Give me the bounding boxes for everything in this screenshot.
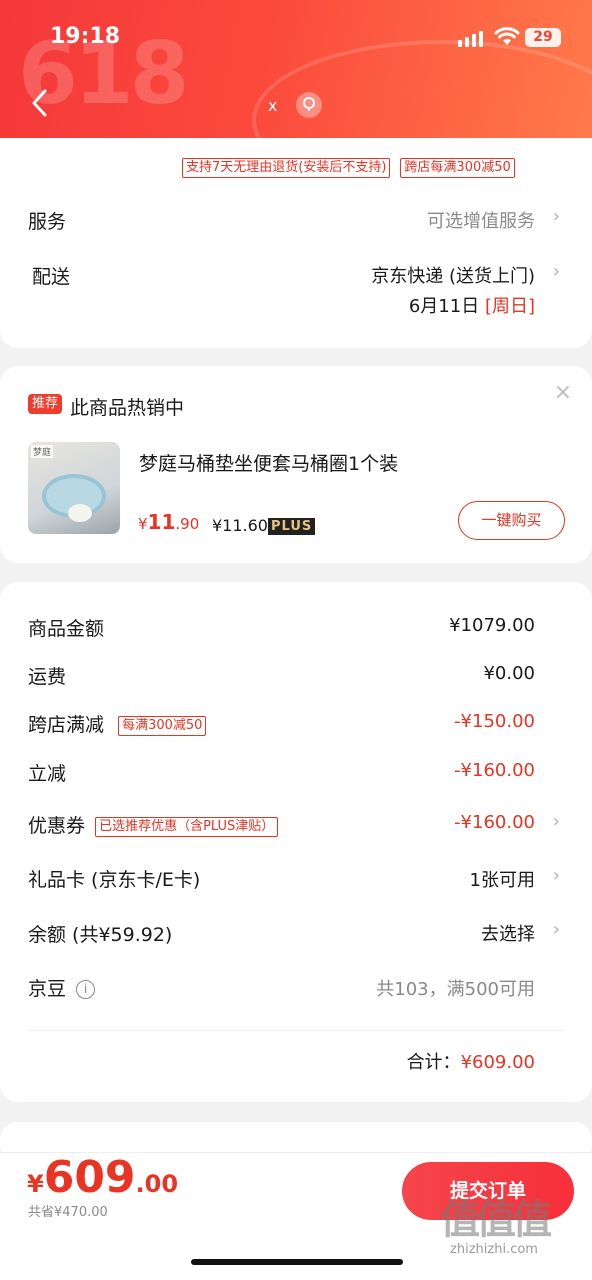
instant-discount-value: -¥160.00 <box>454 760 535 781</box>
goods-amount-label: 商品金额 <box>28 618 105 640</box>
pay-int: 609 <box>43 1152 136 1203</box>
recommend-title: 此商品热销中 <box>70 397 185 419</box>
plus-badge: PLUS <box>267 518 316 535</box>
product-name[interactable]: 梦庭马桶垫坐便套马桶圈1个装 <box>139 449 398 476</box>
jingdou-value: 共103，满500可用 <box>376 979 535 1000</box>
battery-icon: 29 <box>525 28 561 47</box>
service-value[interactable]: 可选增值服务 <box>427 207 535 233</box>
back-arrow-icon[interactable] <box>30 88 50 118</box>
service-label: 服务 <box>28 211 67 233</box>
pay-dec: .00 <box>135 1170 179 1198</box>
close-icon[interactable]: × <box>554 380 572 405</box>
chevron-right-icon[interactable]: › <box>553 811 560 832</box>
watermark-logo: 值值值 <box>440 1197 552 1243</box>
shipping-label: 运费 <box>28 666 67 688</box>
page-header: 618 19:18 29 x <box>0 0 592 138</box>
chevron-right-icon[interactable]: › <box>553 261 560 282</box>
product-price: ¥11.90 <box>138 510 199 534</box>
coupon-label: 优惠券 已选推荐优惠（含PLUS津贴） <box>28 811 279 838</box>
order-total: 合计：¥609.00 <box>407 1048 535 1074</box>
pay-amount: ¥609.00 <box>27 1152 178 1203</box>
coupon-text: 优惠券 <box>28 815 86 837</box>
product-image[interactable]: 梦庭 <box>28 442 120 534</box>
jingdou-label: 京豆 i <box>28 974 96 1001</box>
product-image-label: 梦庭 <box>31 445 54 458</box>
cross-store-discount-tag: 每满300减50 <box>118 716 207 736</box>
goods-amount-value: ¥1079.00 <box>449 615 535 636</box>
info-icon[interactable]: i <box>76 980 96 999</box>
price-currency: ¥ <box>138 515 148 533</box>
cross-store-discount-label: 跨店满减 每满300减50 <box>28 710 207 737</box>
duck-graphic <box>68 504 92 522</box>
saved-amount: 共省¥470.00 <box>28 1205 108 1220</box>
cellular-signal-icon <box>458 31 483 47</box>
delivery-card: 支持7天无理由退货(安装后不支持) 跨店每满300减50 服务 可选增值服务 ›… <box>0 110 592 348</box>
gift-card-value[interactable]: 1张可用 <box>470 866 535 892</box>
gift-card-label: 礼品卡 (京东卡/E卡) <box>28 869 201 891</box>
watermark-url: zhizhizhi.com <box>450 1242 538 1257</box>
recommend-badge: 推荐 <box>28 394 63 414</box>
price-dec: .90 <box>175 515 200 533</box>
divider <box>28 1030 564 1031</box>
promo-tag: 跨店每满300减50 <box>400 158 515 178</box>
balance-value[interactable]: 去选择 <box>481 920 535 946</box>
cross-store-discount-text: 跨店满减 <box>28 714 105 736</box>
total-label: 合计： <box>406 1052 461 1073</box>
product-tags: 支持7天无理由退货(安装后不支持) 跨店每满300减50 <box>182 158 515 178</box>
recommend-card: 推荐 此商品热销中 × 梦庭 梦庭马桶垫坐便套马桶圈1个装 ¥11.90 ¥11… <box>0 366 592 563</box>
balance-label: 余额 (共¥59.92) <box>28 924 173 946</box>
status-time: 19:18 <box>50 24 121 49</box>
chevron-right-icon[interactable]: › <box>553 865 560 886</box>
chevron-right-icon[interactable]: › <box>553 919 560 940</box>
delivery-value[interactable]: 京东快递 (送货上门) <box>371 262 535 288</box>
delivery-date: 6月11日 [周日] <box>409 292 535 318</box>
cross-store-discount-value: -¥150.00 <box>454 711 535 732</box>
home-indicator[interactable] <box>191 1259 403 1265</box>
delivery-label: 配送 <box>32 266 71 288</box>
coupon-value[interactable]: -¥160.00 <box>454 812 535 833</box>
wifi-icon <box>494 27 520 45</box>
total-value: ¥609.00 <box>460 1052 535 1073</box>
watermark: 值值值 zhizhizhi.com <box>440 1197 552 1257</box>
jingdou-text: 京豆 <box>28 978 67 1000</box>
plus-price-value: ¥11.60 <box>212 516 268 535</box>
coupon-tag: 已选推荐优惠（含PLUS津贴） <box>95 817 279 837</box>
location-pin-icon[interactable] <box>296 92 322 118</box>
instant-discount-label: 立减 <box>28 763 67 785</box>
order-summary-card: 商品金额 ¥1079.00 运费 ¥0.00 跨店满减 每满300减50 -¥1… <box>0 582 592 1102</box>
one-click-buy-button[interactable]: 一键购买 <box>458 501 565 540</box>
close-icon[interactable]: x <box>268 96 277 115</box>
header-swirl-decoration <box>252 40 592 138</box>
pay-currency: ¥ <box>27 1170 44 1198</box>
delivery-date-text: 6月11日 <box>408 296 480 317</box>
plus-price: ¥11.60 PLUS <box>212 516 316 535</box>
price-int: 11 <box>147 510 176 534</box>
delivery-day: [周日] <box>484 296 535 317</box>
return-policy-tag: 支持7天无理由退货(安装后不支持) <box>182 158 391 178</box>
shipping-value: ¥0.00 <box>483 663 535 684</box>
chevron-right-icon[interactable]: › <box>553 206 560 227</box>
